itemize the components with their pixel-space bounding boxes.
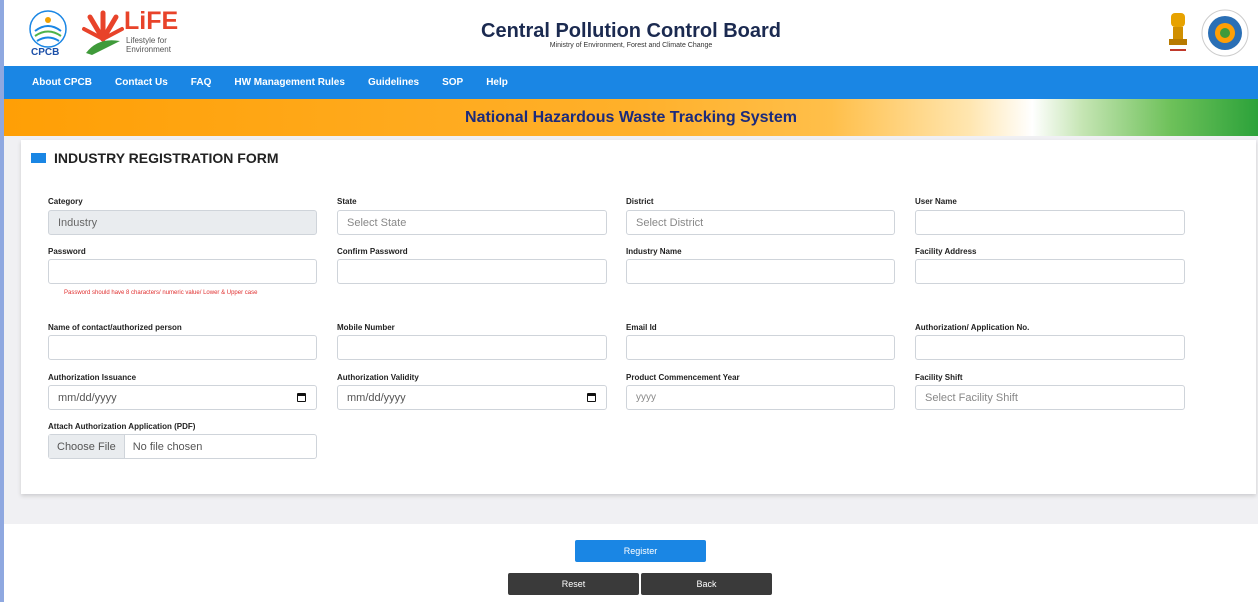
industry-name-label: Industry Name bbox=[626, 247, 682, 256]
attachment-file-input[interactable]: Choose File No file chosen bbox=[48, 434, 317, 459]
form-title: INDUSTRY REGISTRATION FORM bbox=[54, 150, 279, 166]
state-select[interactable]: Select State bbox=[337, 210, 607, 235]
contact-person-label: Name of contact/authorized person bbox=[48, 323, 182, 332]
auth-validity-date-input[interactable]: mm/dd/yyyy bbox=[337, 385, 607, 410]
username-input[interactable] bbox=[915, 210, 1185, 235]
register-button[interactable]: Register bbox=[575, 540, 706, 562]
main-nav: About CPCB Contact Us FAQ HW Management … bbox=[4, 66, 1258, 99]
calendar-icon[interactable] bbox=[587, 393, 596, 402]
nav-item-faq[interactable]: FAQ bbox=[191, 77, 212, 88]
nav-item-guidelines[interactable]: Guidelines bbox=[368, 77, 419, 88]
back-button[interactable]: Back bbox=[641, 573, 772, 595]
auth-validity-placeholder: mm/dd/yyyy bbox=[347, 391, 406, 404]
district-select[interactable]: Select District bbox=[626, 210, 895, 235]
category-label: Category bbox=[48, 197, 83, 206]
contact-person-input[interactable] bbox=[48, 335, 317, 360]
facility-address-label: Facility Address bbox=[915, 247, 977, 256]
category-field: Industry bbox=[48, 210, 317, 235]
email-input[interactable] bbox=[626, 335, 895, 360]
mobile-label: Mobile Number bbox=[337, 323, 395, 332]
calendar-icon[interactable] bbox=[297, 393, 306, 402]
nav-item-about-cpcb[interactable]: About CPCB bbox=[32, 77, 92, 88]
email-label: Email Id bbox=[626, 323, 657, 332]
azadi-ka-amrit-mahotsav-icon bbox=[1200, 8, 1250, 58]
site-header: CPCB LiFE Lifestyle for Environment Cent… bbox=[4, 0, 1258, 66]
auth-issuance-placeholder: mm/dd/yyyy bbox=[58, 391, 117, 404]
auth-issuance-label: Authorization Issuance bbox=[48, 373, 137, 382]
national-emblem-icon bbox=[1167, 11, 1189, 55]
nav-item-contact-us[interactable]: Contact Us bbox=[115, 77, 168, 88]
banner-title: National Hazardous Waste Tracking System bbox=[465, 108, 797, 126]
page-subtitle: Ministry of Environment, Forest and Clim… bbox=[549, 42, 713, 49]
district-placeholder: Select District bbox=[636, 216, 704, 229]
choose-file-button[interactable]: Choose File bbox=[49, 435, 125, 458]
industry-name-input[interactable] bbox=[626, 259, 895, 284]
state-placeholder: Select State bbox=[347, 216, 407, 229]
form-heading: INDUSTRY REGISTRATION FORM bbox=[31, 150, 279, 166]
facility-shift-select[interactable]: Select Facility Shift bbox=[915, 385, 1185, 410]
confirm-password-input[interactable] bbox=[337, 259, 607, 284]
mobile-input[interactable] bbox=[337, 335, 607, 360]
system-banner: National Hazardous Waste Tracking System bbox=[4, 99, 1258, 136]
facility-shift-label: Facility Shift bbox=[915, 373, 963, 382]
nav-item-help[interactable]: Help bbox=[486, 77, 508, 88]
facility-shift-placeholder: Select Facility Shift bbox=[925, 391, 1018, 404]
facility-address-input[interactable] bbox=[915, 259, 1185, 284]
confirm-password-label: Confirm Password bbox=[337, 247, 408, 256]
authorization-no-input[interactable] bbox=[915, 335, 1185, 360]
category-value: Industry bbox=[58, 216, 98, 229]
attachment-label: Attach Authorization Application (PDF) bbox=[48, 422, 196, 431]
nav-item-hw-management-rules[interactable]: HW Management Rules bbox=[234, 77, 345, 88]
commencement-year-placeholder: yyyy bbox=[636, 392, 656, 403]
password-label: Password bbox=[48, 247, 86, 256]
state-label: State bbox=[337, 197, 357, 206]
authorization-no-label: Authorization/ Application No. bbox=[915, 323, 1030, 332]
commencement-year-input[interactable]: yyyy bbox=[626, 385, 895, 410]
auth-validity-label: Authorization Validity bbox=[337, 373, 419, 382]
password-input[interactable] bbox=[48, 259, 317, 284]
reset-button[interactable]: Reset bbox=[508, 573, 639, 595]
commencement-year-label: Product Commencement Year bbox=[626, 373, 740, 382]
nav-item-sop[interactable]: SOP bbox=[442, 77, 463, 88]
file-status: No file chosen bbox=[132, 440, 203, 453]
district-label: District bbox=[626, 197, 654, 206]
auth-issuance-date-input[interactable]: mm/dd/yyyy bbox=[48, 385, 317, 410]
heading-marker bbox=[31, 153, 46, 163]
password-hint: Password should have 8 characters/ numer… bbox=[64, 290, 258, 296]
username-label: User Name bbox=[915, 197, 957, 206]
page-title: Central Pollution Control Board bbox=[481, 20, 781, 42]
